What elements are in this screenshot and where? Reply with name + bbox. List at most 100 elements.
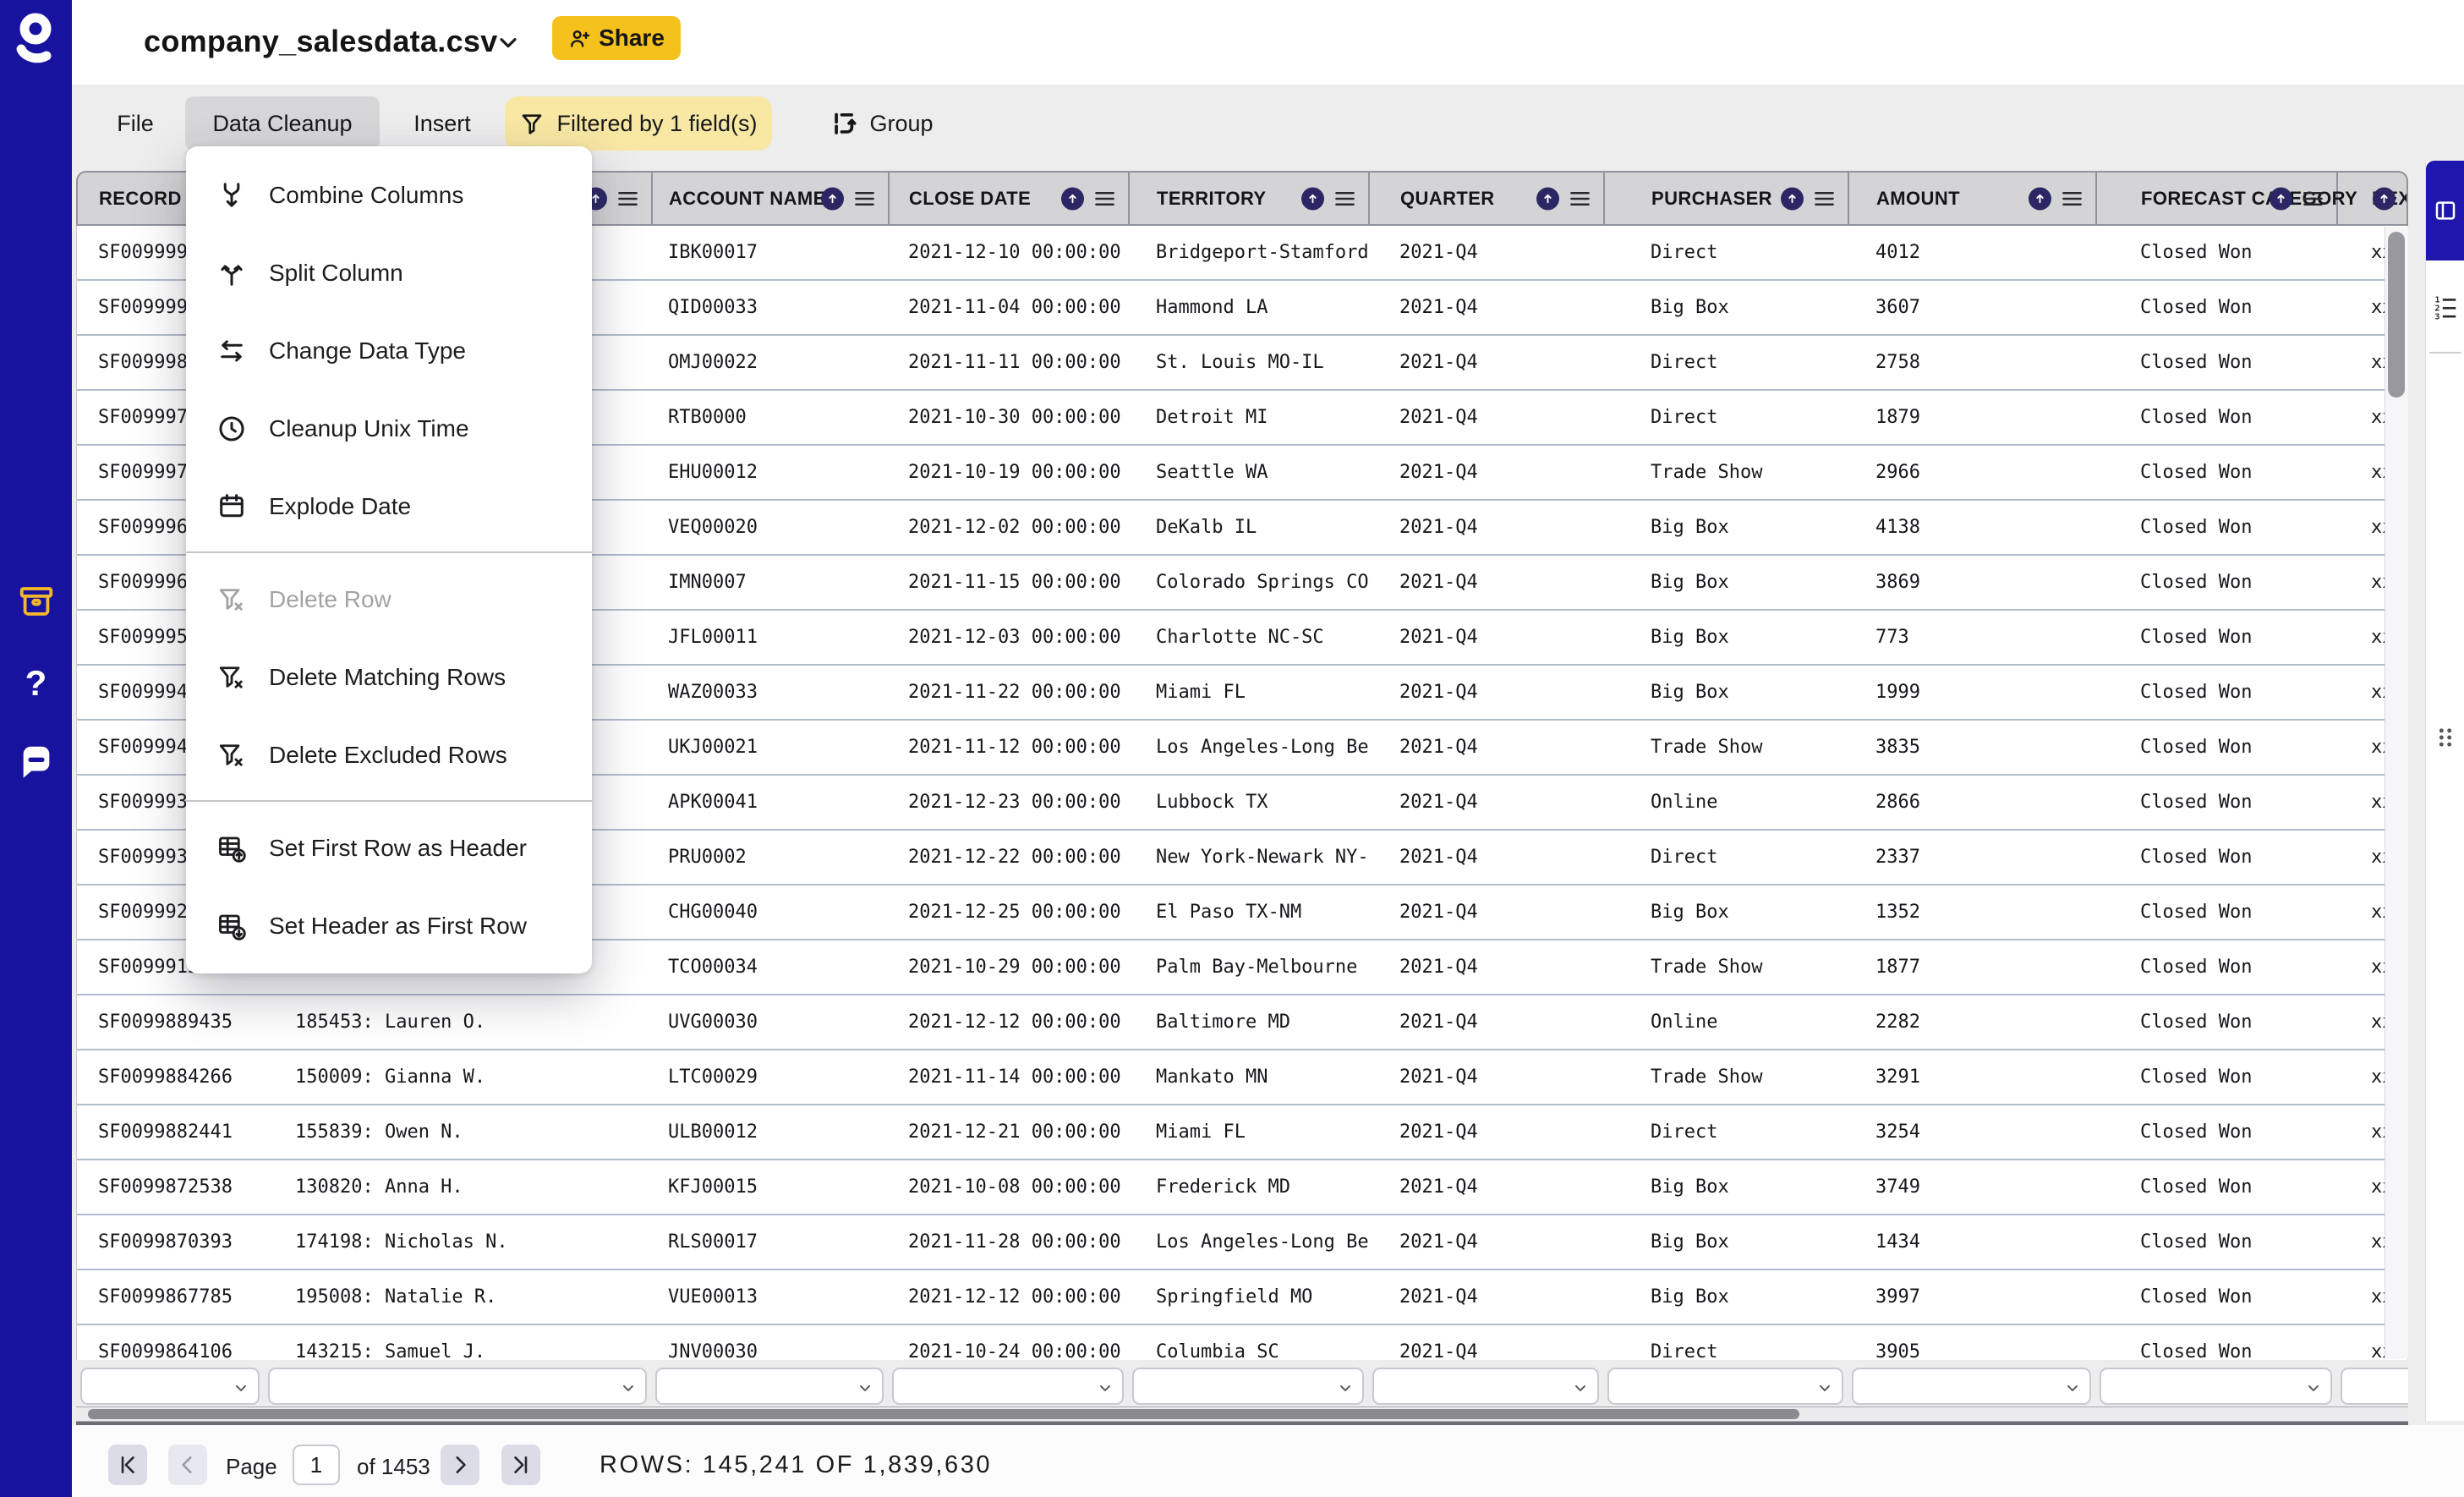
table-cell[interactable]: Big Box [1604,501,1848,554]
table-cell[interactable]: Direct [1604,391,1848,444]
table-cell[interactable]: CHG00040 [652,886,889,939]
table-cell[interactable]: 2021-11-04 00:00:00 [889,281,1129,334]
table-cell[interactable]: Big Box [1604,666,1848,719]
table-cell[interactable]: ULB00012 [652,1105,889,1159]
table-cell[interactable]: Big Box [1604,1160,1848,1214]
table-cell[interactable]: Hammond LA [1129,281,1369,334]
table-cell[interactable]: 3869 [1848,556,2096,609]
table-cell[interactable]: IMN0007 [652,556,889,609]
table-cell[interactable]: 2021-10-29 00:00:00 [889,940,1129,994]
table-cell[interactable]: 3997 [1848,1270,2096,1324]
column-header-amount[interactable]: AMOUNT [1849,173,2097,224]
menu-item-set-header-as-first-row[interactable]: Set Header as First Row [186,887,592,965]
table-cell[interactable]: 2021-Q4 [1369,336,1604,389]
table-cell[interactable]: 1999 [1848,666,2096,719]
vertical-scrollbar[interactable] [2385,227,2408,1359]
table-cell[interactable]: 2021-11-28 00:00:00 [889,1215,1129,1269]
table-cell[interactable]: Closed Won [2096,446,2337,499]
table-cell[interactable]: UKJ00021 [652,721,889,774]
table-cell[interactable]: 2021-Q4 [1369,446,1604,499]
table-cell[interactable]: 2021-Q4 [1369,1105,1604,1159]
table-cell[interactable]: 174198: Nicholas N. [265,1215,652,1269]
last-page-button[interactable] [501,1445,540,1485]
table-cell[interactable]: JFL00011 [652,611,889,664]
filter-select-next[interactable] [2341,1368,2408,1405]
table-cell[interactable]: Closed Won [2096,666,2337,719]
table-cell[interactable]: UVG00030 [652,995,889,1049]
filter-select-forecast[interactable] [2100,1368,2332,1405]
table-cell[interactable]: Colorado Springs CO [1129,556,1369,609]
table-cell[interactable]: Big Box [1604,611,1848,664]
table-cell[interactable]: 2021-Q4 [1369,831,1604,884]
column-menu-icon[interactable] [2061,189,2083,208]
table-cell[interactable]: Big Box [1604,1270,1848,1324]
next-page-button[interactable] [441,1445,479,1485]
column-header-territory[interactable]: TERRITORY [1130,173,1370,224]
chat-icon[interactable] [17,743,56,781]
table-cell[interactable]: Miami FL [1129,1105,1369,1159]
table-cell[interactable]: SF0099870393 [77,1215,265,1269]
table-cell[interactable]: Closed Won [2096,940,2337,994]
table-cell[interactable]: 155839: Owen N. [265,1105,652,1159]
column-header-quarter[interactable]: QUARTER [1370,173,1605,224]
table-cell[interactable]: 2021-Q4 [1369,391,1604,444]
table-cell[interactable]: Columbia SC [1129,1325,1369,1360]
table-cell[interactable]: St. Louis MO-IL [1129,336,1369,389]
column-menu-icon[interactable] [1569,189,1591,208]
table-cell[interactable]: Direct [1604,831,1848,884]
group-button[interactable]: Group [819,96,945,151]
page-number-input[interactable] [293,1445,340,1485]
share-button[interactable]: Share [552,16,681,60]
table-cell[interactable]: OMJ00022 [652,336,889,389]
table-cell[interactable]: DeKalb IL [1129,501,1369,554]
table-row[interactable]: SF0099872538130820: Anna H.KFJ000152021-… [77,1160,2407,1215]
column-menu-icon[interactable] [1093,189,1116,208]
table-row[interactable]: SF0099889435185453: Lauren O.UVG00030202… [77,995,2407,1050]
filter-select-amount[interactable] [1852,1368,2091,1405]
table-cell[interactable]: 195008: Natalie R. [265,1270,652,1324]
filter-select-agent[interactable] [268,1368,647,1405]
table-cell[interactable]: 4138 [1848,501,2096,554]
table-cell[interactable]: Closed Won [2096,1215,2337,1269]
table-cell[interactable]: Big Box [1604,886,1848,939]
table-cell[interactable]: 3254 [1848,1105,2096,1159]
filter-select-quarter[interactable] [1372,1368,1599,1405]
column-header-close_date[interactable]: CLOSE DATE [890,173,1130,224]
table-cell[interactable]: 2021-12-02 00:00:00 [889,501,1129,554]
table-cell[interactable]: TCO00034 [652,940,889,994]
table-cell[interactable]: WAZ00033 [652,666,889,719]
vertical-scrollbar-thumb[interactable] [2388,232,2405,398]
menu-item-split-column[interactable]: Split Column [186,234,592,312]
table-cell[interactable]: Closed Won [2096,611,2337,664]
table-row[interactable]: SF0099870393174198: Nicholas N.RLS000172… [77,1215,2407,1270]
table-cell[interactable]: Closed Won [2096,391,2337,444]
table-cell[interactable]: El Paso TX-NM [1129,886,1369,939]
table-cell[interactable]: Direct [1604,1325,1848,1360]
table-cell[interactable]: Springfield MO [1129,1270,1369,1324]
table-cell[interactable]: 2021-12-03 00:00:00 [889,611,1129,664]
table-cell[interactable]: 2021-Q4 [1369,666,1604,719]
menu-item-explode-date[interactable]: Explode Date [186,468,592,546]
table-row[interactable]: SF0099864106143215: Samuel J.JNV00030202… [77,1325,2407,1360]
filter-select-close_date[interactable] [892,1368,1124,1405]
table-cell[interactable]: 2021-10-19 00:00:00 [889,446,1129,499]
table-cell[interactable]: LTC00029 [652,1050,889,1104]
table-row[interactable]: SF0099867785195008: Natalie R.VUE0001320… [77,1270,2407,1325]
table-cell[interactable]: VEQ00020 [652,501,889,554]
table-cell[interactable]: Closed Won [2096,831,2337,884]
table-cell[interactable]: PRU0002 [652,831,889,884]
table-cell[interactable]: 2021-10-24 00:00:00 [889,1325,1129,1360]
table-cell[interactable]: 2021-12-10 00:00:00 [889,226,1129,279]
table-cell[interactable]: 2021-Q4 [1369,1270,1604,1324]
table-cell[interactable]: Trade Show [1604,446,1848,499]
chevron-down-icon[interactable] [495,29,522,56]
table-cell[interactable]: 130820: Anna H. [265,1160,652,1214]
table-cell[interactable]: VUE00013 [652,1270,889,1324]
table-cell[interactable]: Closed Won [2096,995,2337,1049]
file-title[interactable]: company_salesdata.csv [144,24,498,59]
table-cell[interactable]: Closed Won [2096,281,2337,334]
table-cell[interactable]: 2021-11-15 00:00:00 [889,556,1129,609]
table-cell[interactable]: 185453: Lauren O. [265,995,652,1049]
table-cell[interactable]: 3291 [1848,1050,2096,1104]
table-cell[interactable]: 150009: Gianna W. [265,1050,652,1104]
